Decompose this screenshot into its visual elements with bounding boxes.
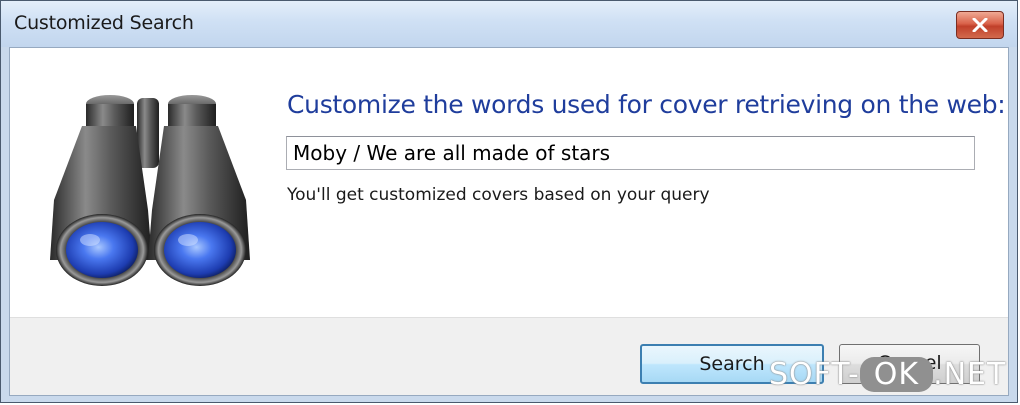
query-hint: You'll get customized covers based on yo…	[287, 185, 710, 205]
dialog-window: Customized Search Customize the words us…	[0, 0, 1018, 403]
binoculars-icon	[32, 90, 262, 290]
query-input[interactable]	[286, 136, 975, 170]
prompt-heading: Customize the words used for cover retri…	[287, 90, 1006, 119]
watermark-prefix: SOFT-	[769, 357, 860, 392]
watermark-suffix: .NET	[933, 357, 1007, 392]
watermark: SOFT- OK .NET	[769, 357, 1007, 402]
window-title: Customized Search	[14, 12, 194, 34]
title-bar[interactable]: Customized Search	[1, 1, 1017, 47]
close-icon	[972, 18, 988, 32]
watermark-highlight: OK	[859, 357, 934, 392]
close-button[interactable]	[956, 11, 1004, 39]
dialog-content: Customize the words used for cover retri…	[9, 47, 1009, 396]
